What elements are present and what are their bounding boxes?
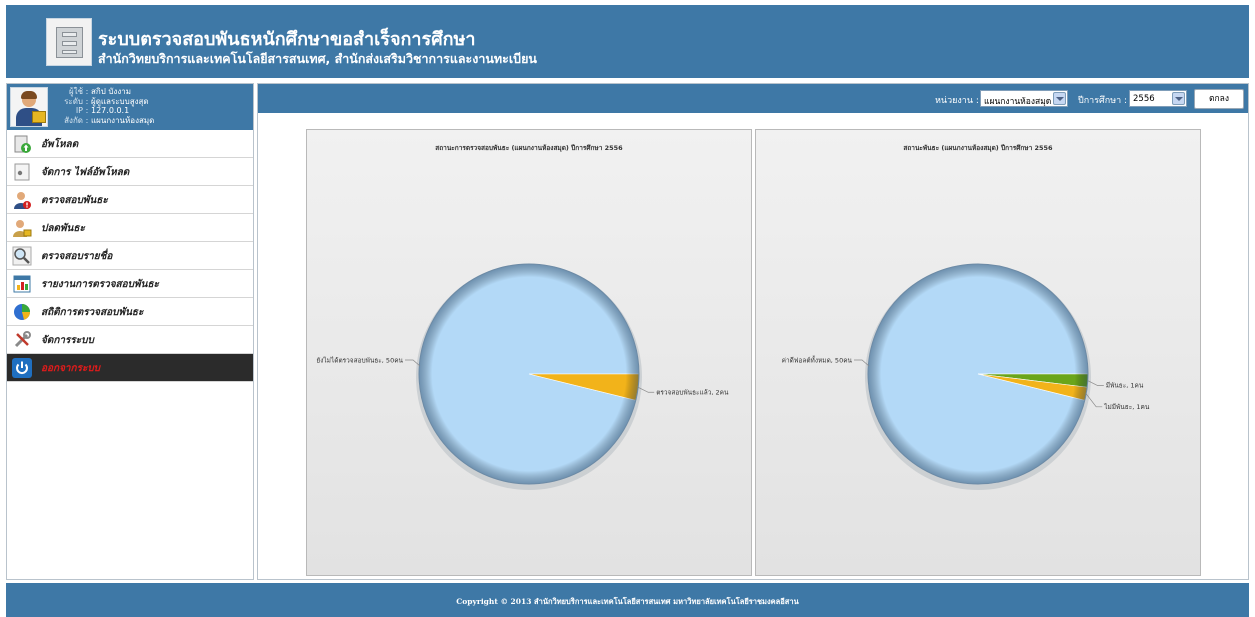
menu-item-upload[interactable]: อัพโหลด [7,130,253,158]
menu-label-upload: อัพโหลด [41,139,79,150]
pie-label: ค่าดีฟอลต์ทั้งหมด, 50คน [782,356,853,365]
check-obligation-icon [14,192,31,209]
user-details: ผู้ใช้: สกิป บังงาม ระดับ: ผู้ดูแลระบบสูงส… [55,87,154,125]
cabinet-logo-icon [46,18,92,66]
footer-copyright: Copyright © 2013 สำนักวิทยบริการและเทคโน… [456,597,799,606]
menu-item-release-obligation[interactable]: ปลดพันธะ [7,214,253,242]
user-dept-label: สังกัด [64,115,83,125]
tools-icon [14,331,31,348]
chart-obligation-status-svg: สถานะพันธะ (แผนกงานห้องสมุด) ปีการศึกษา … [782,143,1150,490]
menu-label-report: รายงานการตรวจสอบพันธะ [41,279,159,290]
menu-item-check-obligation[interactable]: ตรวจสอบพันธะ [7,186,253,214]
report-icon [13,275,31,293]
chart-title: สถานะพันธะ (แผนกงานห้องสมุด) ปีการศึกษา … [903,143,1053,152]
user-level-label: ระดับ [64,96,83,106]
year-select[interactable]: 2556 [1129,90,1187,107]
header: ระบบตรวจสอบพันธหนักศึกษาขอสำเร็จการศึกษา… [6,5,1249,78]
year-label: ปีการศึกษา : [1078,96,1128,106]
file-manage-icon [14,163,30,181]
menu-label-check-obligation: ตรวจสอบพันธะ [41,195,108,206]
pie-chart-icon [14,304,30,320]
chart-title: สถานะการตรวจสอบพันธะ (แผนกงานห้องสมุด) ป… [435,143,623,152]
unit-select[interactable]: แผนกงานห้องสมุด [980,90,1068,107]
menu-item-logout[interactable]: ออกจากระบบ [7,354,253,382]
pie-label: ตรวจสอบพันธะแล้ว, 2คน [656,388,729,396]
menu-item-statistics[interactable]: สถิติการตรวจสอบพันธะ [7,298,253,326]
menu-label-logout: ออกจากระบบ [41,363,101,374]
user-info-panel: ผู้ใช้: สกิป บังงาม ระดับ: ผู้ดูแลระบบสูงส… [7,84,253,130]
app-subtitle: สำนักวิทยบริการและเทคโนโลยีสารสนเทศ, สำน… [98,51,537,66]
footer: Copyright © 2013 สำนักวิทยบริการและเทคโน… [6,583,1249,617]
user-lock-avatar-icon [10,87,48,127]
user-ip-label: IP [75,106,83,115]
ok-button[interactable]: ตกลง [1194,89,1244,109]
main-content: หน่วยงาน : แผนกงานห้องสมุด ปีการศึกษา : … [257,83,1249,580]
menu-item-system-settings[interactable]: จัดการระบบ [7,326,253,354]
upload-icon [14,135,31,153]
year-select-value: 2556 [1133,94,1155,104]
user-ip: 127.0.0.1 [91,106,130,115]
user-name: สกิป บังงาม [91,87,132,96]
menu-label-manage-files: จัดการ ไฟล์อัพโหลด [41,167,130,178]
unit-select-value: แผนกงานห้องสมุด [984,97,1052,107]
pie-label: ยังไม่ได้ตรวจสอบพันธะ, 50คน [316,357,403,365]
chart-check-status-svg: สถานะการตรวจสอบพันธะ (แผนกงานห้องสมุด) ป… [316,143,729,490]
user-name-label: ผู้ใช้ [68,87,83,96]
menu-label-statistics: สถิติการตรวจสอบพันธะ [41,307,144,318]
menu-label-release-obligation: ปลดพันธะ [41,223,85,234]
user-level: ผู้ดูแลระบบสูงสุด [91,96,149,106]
pie-label: มีพันธะ, 1คน [1106,382,1144,390]
menu-item-report[interactable]: รายงานการตรวจสอบพันธะ [7,270,253,298]
sidebar: ผู้ใช้: สกิป บังงาม ระดับ: ผู้ดูแลระบบสูงส… [6,83,254,580]
power-icon [12,358,32,378]
menu-item-check-names[interactable]: ตรวจสอบรายชื่อ [7,242,253,270]
menu-label-system-settings: จัดการระบบ [41,335,94,346]
sidebar-menu: อัพโหลด จัดการ ไฟล์อัพโหลด ตรวจสอบพันธะ [7,130,253,382]
app-window: ระบบตรวจสอบพันธหนักศึกษาขอสำเร็จการศึกษา… [0,0,1255,617]
menu-label-check-names: ตรวจสอบรายชื่อ [41,251,113,262]
chart-check-status: สถานะการตรวจสอบพันธะ (แผนกงานห้องสมุด) ป… [306,129,752,576]
pie-label: ไม่มีพันธะ, 1คน [1103,403,1150,411]
unit-label: หน่วยงาน : [935,96,979,106]
chevron-down-icon[interactable] [1053,92,1066,105]
user-dept: แผนกงานห้องสมุด [91,115,155,125]
search-names-icon [12,246,32,266]
menu-item-manage-files[interactable]: จัดการ ไฟล์อัพโหลด [7,158,253,186]
filter-toolbar: หน่วยงาน : แผนกงานห้องสมุด ปีการศึกษา : … [258,84,1248,113]
release-obligation-icon [13,220,32,237]
chart-obligation-status: สถานะพันธะ (แผนกงานห้องสมุด) ปีการศึกษา … [755,129,1201,576]
chevron-down-icon[interactable] [1172,92,1185,105]
